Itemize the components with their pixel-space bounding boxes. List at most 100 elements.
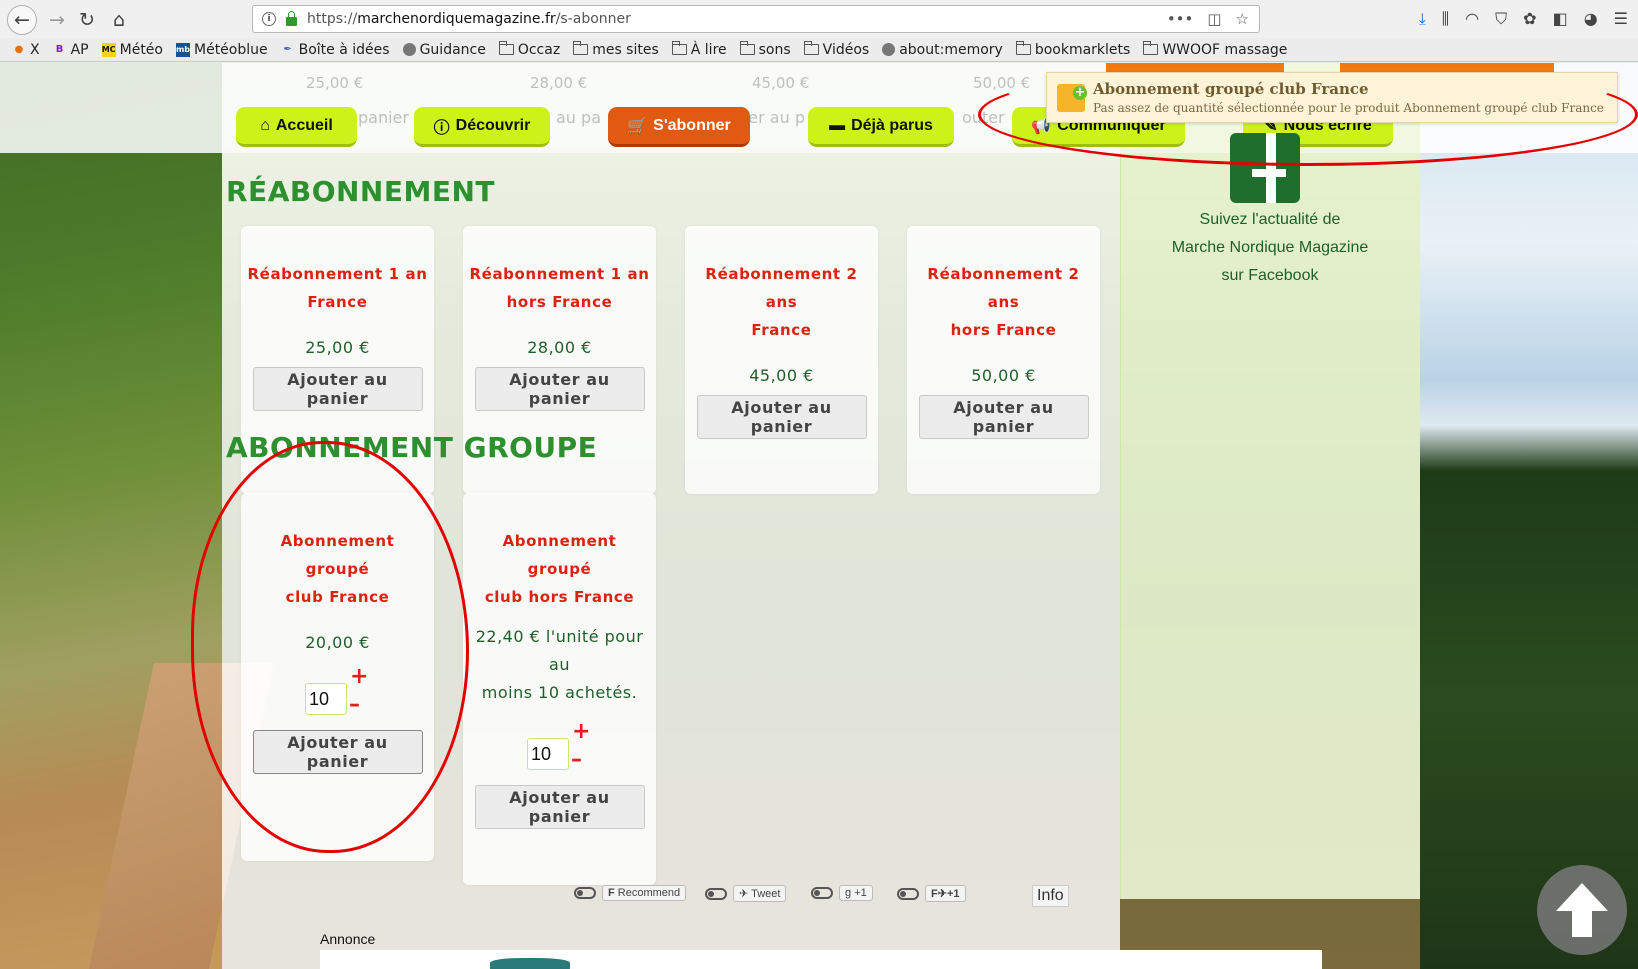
browser-toolbar: ← → ↻ ⌂ i https://marchenordiquemagazine… [0, 0, 1638, 38]
gear-icon[interactable]: ✿ [1523, 9, 1536, 29]
bookmark-item[interactable]: Guidance [402, 42, 486, 58]
reload-button[interactable]: ↻ [74, 7, 100, 33]
bookmark-item[interactable]: Occaz [498, 41, 560, 58]
toggle-switch[interactable] [897, 887, 919, 900]
scroll-to-top-button[interactable] [1537, 865, 1627, 955]
download-icon[interactable]: ⤓ [1419, 9, 1426, 29]
nav-archive-button[interactable]: ▬ Déjà parus [808, 107, 954, 147]
product-price: 45,00 € [749, 366, 814, 385]
bookmark-item[interactable]: mes sites [573, 41, 659, 58]
bookmark-item[interactable]: ✒ Boîte à idées [281, 42, 389, 58]
folder-icon [671, 41, 687, 55]
mb-icon: mb [176, 42, 190, 57]
social-share-facebook: F Recommend [574, 885, 687, 901]
facebook-recommend-button[interactable]: F Recommend [602, 885, 687, 901]
nav-subscribe-button[interactable]: 🛒 S'abonner [608, 107, 750, 147]
folder-icon [498, 41, 514, 55]
folder-icon [1015, 41, 1031, 55]
facebook-follow-text[interactable]: Suivez l'actualité de Marche Nordique Ma… [1130, 206, 1410, 290]
bookmark-item[interactable]: sons [739, 41, 791, 58]
quantity-stepper: + – [463, 721, 656, 771]
product-price: 22,40 € l'unité pour au moins 10 achetés. [475, 627, 644, 702]
lock-icon [286, 10, 297, 26]
firefox-icon: ● [14, 44, 24, 55]
product-price: 25,00 € [305, 338, 370, 357]
product-card: Réabonnement 2 ans France 45,00 € Ajouter… [685, 226, 878, 494]
web-page: 25,00 € 28,00 € 45,00 € 50,00 € panier a… [0, 63, 1638, 969]
gplus-icon: g [845, 887, 852, 899]
product-card: Abonnement groupé club hors France 22,40 … [463, 493, 656, 885]
globe-icon [882, 43, 896, 56]
bookmark-item[interactable]: WWOOF massage [1143, 41, 1287, 58]
add-to-cart-button[interactable]: Ajouter au panier [252, 367, 423, 411]
ad-banner[interactable] [320, 950, 1322, 969]
tweet-button[interactable]: ✈ Tweet [733, 885, 787, 902]
home-icon: ⌂ [260, 116, 270, 134]
home-button[interactable]: ⌂ [106, 7, 132, 33]
arrow-left-icon: ← [14, 9, 30, 31]
gplus-button[interactable]: g +1 [839, 885, 873, 901]
sidebar-icon[interactable]: ◧ [1553, 9, 1568, 29]
product-card: Réabonnement 2 ans hors France 50,00 € Aj… [907, 226, 1100, 494]
share-plus-button[interactable]: F✈+1 [925, 885, 966, 902]
add-to-cart-button[interactable]: Ajouter au panier [474, 367, 645, 411]
bookmarks-bar: ● X B AP MC Météo mb Météoblue ✒ Boîte à idées Gui… [0, 38, 1638, 62]
toggle-switch[interactable] [811, 887, 833, 899]
bookmark-item[interactable]: about:memory [882, 42, 1003, 58]
background-landscape-right [1420, 63, 1638, 969]
product-price: 28,00 € [527, 338, 592, 357]
pen-icon: ✒ [283, 44, 292, 55]
reload-icon: ↻ [79, 9, 95, 31]
product-price: 50,00 € [971, 366, 1036, 385]
menu-icon[interactable]: ☰ [1614, 9, 1628, 29]
folder-icon [803, 41, 819, 55]
archive-icon: ▬ [829, 116, 846, 134]
arrow-up-icon [1556, 883, 1608, 937]
url-bar[interactable]: i https://marchenordiquemagazine.fr/s-ab… [252, 5, 1260, 33]
globe-icon [402, 43, 416, 56]
toggle-switch[interactable] [705, 887, 727, 900]
home-icon: ⌂ [112, 9, 126, 31]
nav-discover-button[interactable]: ⓘ Découvrir [414, 107, 550, 147]
decrement-icon[interactable]: – [571, 749, 582, 771]
b-icon: B [55, 44, 64, 55]
folder-icon [1143, 41, 1159, 55]
rss-icon[interactable]: ◠ [1465, 9, 1479, 29]
bookmark-item[interactable]: MC Météo [101, 42, 163, 58]
bookmark-item[interactable]: B AP [53, 42, 89, 58]
shield-icon[interactable]: ⛉ [1495, 9, 1507, 29]
bookmark-item[interactable]: mb Météoblue [176, 42, 268, 58]
info-icon[interactable]: i [262, 12, 276, 26]
toggle-switch[interactable] [574, 887, 596, 899]
add-to-cart-button[interactable]: Ajouter au panier [696, 395, 867, 439]
social-share-twitter: ✈ Tweet [705, 885, 787, 902]
page-actions-icon[interactable]: ••• [1167, 10, 1194, 28]
mc-icon: MC [101, 42, 116, 57]
star-icon[interactable]: ☆ [1236, 10, 1249, 28]
library-icon[interactable]: ⫼ [1442, 9, 1449, 29]
social-share-gplus: g +1 [811, 885, 873, 901]
folder-icon [573, 41, 589, 55]
arrow-right-icon: → [49, 9, 65, 31]
bookmark-item[interactable]: À lire [671, 41, 727, 58]
annotation-ellipse-notification [978, 63, 1638, 166]
background-landscape-left [0, 63, 222, 969]
pocket-icon[interactable]: ◫ [1207, 10, 1221, 28]
add-to-cart-button[interactable]: Ajouter au panier [474, 785, 645, 829]
nav-home-button[interactable]: ⌂ Accueil [236, 107, 357, 147]
bookmark-item[interactable]: Vidéos [803, 41, 869, 58]
bookmark-item[interactable]: bookmarklets [1015, 41, 1130, 58]
back-button[interactable]: ← [7, 5, 37, 35]
twitter-icon: ✈ [739, 888, 749, 900]
url-text[interactable]: https://marchenordiquemagazine.fr/s-abon… [307, 11, 631, 27]
section-title-renewal: Réabonnement [226, 175, 496, 208]
forward-button[interactable]: → [44, 7, 70, 33]
folder-icon [739, 41, 755, 55]
increment-icon[interactable]: + [572, 721, 590, 743]
extension-icon[interactable]: ◕ [1584, 9, 1598, 29]
quantity-input[interactable] [527, 738, 569, 770]
info-button[interactable]: Info [1032, 885, 1069, 907]
add-to-cart-button[interactable]: Ajouter au panier [918, 395, 1089, 439]
bookmark-item[interactable]: ● X [12, 42, 40, 58]
annotation-ellipse-product [191, 441, 469, 853]
